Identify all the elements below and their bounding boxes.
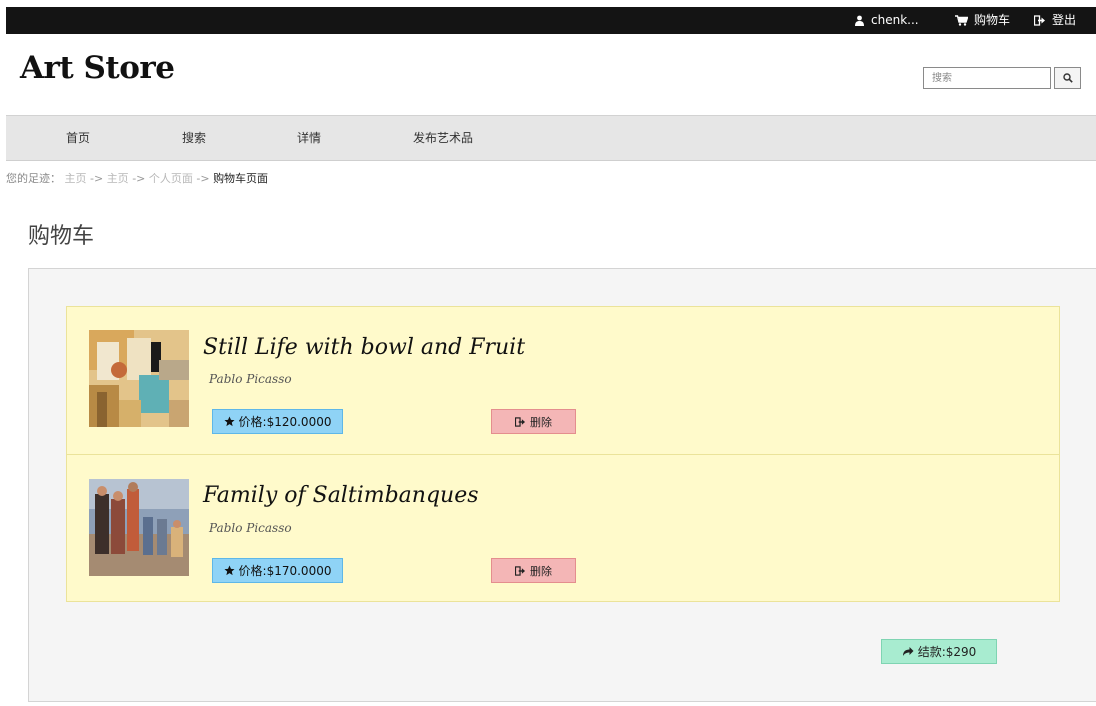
- user-name: chenk...: [871, 13, 919, 27]
- breadcrumb-current: 购物车页面: [213, 172, 269, 185]
- breadcrumb-separator: ->: [196, 172, 210, 185]
- nav-details[interactable]: 详情: [297, 116, 321, 160]
- delete-label: 删除: [530, 564, 552, 578]
- delete-label: 删除: [530, 415, 552, 429]
- breadcrumb-link[interactable]: 主页: [65, 172, 87, 185]
- cart-item: Still Life with bowl and Fruit Pablo Pic…: [67, 307, 1059, 454]
- logout-link[interactable]: 登出: [1034, 7, 1076, 34]
- delete-button[interactable]: 删除: [491, 409, 576, 434]
- cart-link[interactable]: 购物车: [955, 7, 1010, 34]
- site-logo[interactable]: Art Store: [20, 50, 175, 86]
- cart-list: Still Life with bowl and Fruit Pablo Pic…: [66, 306, 1060, 602]
- artwork-thumbnail[interactable]: [89, 330, 189, 427]
- breadcrumb-separator: ->: [90, 172, 104, 185]
- cart-link-label: 购物车: [974, 13, 1011, 27]
- search-icon: [1062, 73, 1073, 83]
- delete-button[interactable]: 删除: [491, 558, 576, 583]
- cart-icon: [955, 15, 968, 26]
- cart-item: Family of Saltimbanques Pablo Picasso 价格…: [67, 454, 1059, 601]
- user-icon: [855, 15, 864, 26]
- search-button[interactable]: [1054, 67, 1081, 89]
- artwork-title[interactable]: Still Life with bowl and Fruit: [203, 335, 525, 360]
- page-title: 购物车: [28, 224, 95, 249]
- top-bar: chenk... 购物车 登出: [6, 7, 1096, 34]
- user-menu[interactable]: chenk...: [854, 7, 919, 34]
- nav-search[interactable]: 搜索: [182, 116, 206, 160]
- delete-icon: [515, 416, 526, 427]
- artwork-artist: Pablo Picasso: [209, 372, 292, 386]
- checkout-button[interactable]: 结款:$290: [881, 639, 997, 664]
- breadcrumb-prefix: 您的足迹：: [6, 172, 61, 185]
- nav-home[interactable]: 首页: [66, 116, 90, 160]
- nav-publish-artwork[interactable]: 发布艺术品: [413, 116, 473, 160]
- checkout-label: 结款:$290: [917, 645, 977, 659]
- star-icon: [223, 416, 235, 427]
- logout-icon: [1034, 15, 1045, 26]
- price-button[interactable]: 价格:$120.0000: [212, 409, 343, 434]
- star-icon: [223, 565, 235, 576]
- search-input[interactable]: [923, 67, 1051, 89]
- breadcrumb: 您的足迹： 主页 -> 主页 -> 个人页面 -> 购物车页面: [6, 170, 268, 186]
- delete-icon: [515, 565, 526, 576]
- artwork-title[interactable]: Family of Saltimbanques: [203, 483, 479, 508]
- price-label: 价格:$170.0000: [238, 564, 332, 578]
- price-label: 价格:$120.0000: [238, 415, 332, 429]
- main-nav: 首页 搜索 详情 发布艺术品: [6, 115, 1096, 161]
- artwork-artist: Pablo Picasso: [209, 521, 292, 535]
- price-button[interactable]: 价格:$170.0000: [212, 558, 343, 583]
- artwork-thumbnail[interactable]: [89, 479, 189, 576]
- share-icon: [902, 647, 914, 656]
- logout-label: 登出: [1052, 13, 1077, 27]
- breadcrumb-link[interactable]: 主页: [107, 172, 129, 185]
- breadcrumb-link[interactable]: 个人页面: [149, 172, 193, 185]
- breadcrumb-separator: ->: [132, 172, 146, 185]
